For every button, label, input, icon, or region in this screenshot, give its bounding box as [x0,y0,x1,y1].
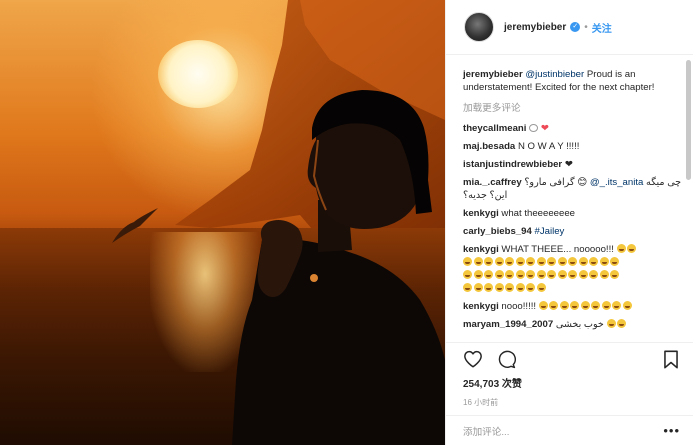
comment-text: nooo!!!!! [501,301,537,312]
comment-item: kenkygi what theeeeeeee [463,207,682,220]
more-options-button[interactable]: ••• [663,423,680,438]
follow-button[interactable]: 关注 [592,20,612,35]
comment-item: kenkygi nooo!!!!! [463,300,682,313]
comment-item: istanjustindrewbieber ❤ [463,158,682,171]
comment-username[interactable]: kenkygi [463,301,499,312]
laughing-emoji-row [463,270,621,281]
comment-icon[interactable] [497,350,516,369]
comment-text: what theeeeeeee [501,208,576,219]
comment-username[interactable]: kenkygi [463,208,499,219]
comment-item: maj.besada N O W A Y !!!!! [463,140,682,153]
post-timestamp[interactable]: 16 小时前 [446,397,693,408]
laughing-emoji-row [616,244,638,255]
post-actions: 254,703 次赞 16 小时前 添加评论... ••• [446,342,693,445]
post-sidebar: jeremybieber ✓ • 关注 jeremybieber @justin… [445,0,693,445]
separator-dot: • [584,21,588,33]
laughing-emoji-row [606,319,628,330]
avatar[interactable] [464,12,494,42]
comment-item: maryam_1994_2007 خوب بخشی [463,318,682,331]
comment-item: kenkygi WHAT THEEE... nooooo!!! [463,243,682,295]
caption-mention[interactable]: @justinbieber [525,69,584,80]
comments-list[interactable]: jeremybieber @justinbieber Proud is an u… [446,56,693,341]
comment-hashtag[interactable]: #Jailey [534,226,564,237]
comment-item: mia._.caffrey گرافی مارو؟ 😊 @_.its_anita… [463,176,682,202]
comment-username[interactable]: maj.besada [463,141,515,152]
post-photo[interactable] [0,0,445,445]
heart-icon[interactable] [463,350,483,368]
post-viewer: jeremybieber ✓ • 关注 jeremybieber @justin… [0,0,693,445]
comment-username[interactable]: carly_biebs_94 [463,226,532,237]
add-comment-input[interactable]: 添加评论... [463,424,663,438]
laughing-emoji-row [463,257,621,268]
red-heart-icon: ❤ [540,123,549,134]
verified-icon: ✓ [570,22,581,32]
comment-text: WHAT THEEE... nooooo!!! [501,244,614,255]
bookmark-icon[interactable] [663,350,679,369]
comment-text: گرافی مارو؟ 😊 [524,177,588,188]
seagull [112,208,158,243]
load-more-comments[interactable]: 加载更多评论 [463,100,682,114]
post-caption: jeremybieber @justinbieber Proud is an u… [463,68,682,94]
comment-username[interactable]: kenkygi [463,244,499,255]
comment-username[interactable]: maryam_1994_2007 [463,319,553,330]
action-icons [446,343,693,369]
laughing-emoji-row [463,283,547,294]
comment-text: N O W A Y !!!!! [517,141,580,152]
comment-item: theycallmeani ❤ [463,122,682,135]
caption-username[interactable]: jeremybieber [463,69,523,80]
comment-item: carly_biebs_94 #Jailey [463,225,682,238]
comment-text: ❤ [564,159,573,170]
ring-icon [529,124,539,132]
laughing-emoji-row [538,301,634,312]
likes-count[interactable]: 254,703 次赞 [446,375,693,390]
comment-username[interactable]: istanjustindrewbieber [463,159,562,170]
comment-mention[interactable]: @_.its_anita [590,177,643,188]
comment-username[interactable]: theycallmeani [463,123,526,134]
comment-username[interactable]: mia._.caffrey [463,177,522,188]
comment-text: خوب بخشی [555,319,604,330]
author-username[interactable]: jeremybieber [504,22,566,33]
add-comment-bar: 添加评论... ••• [446,415,693,445]
post-header: jeremybieber ✓ • 关注 [446,0,693,55]
comments-scrollbar[interactable] [686,60,691,180]
person-silhouette [112,90,445,445]
